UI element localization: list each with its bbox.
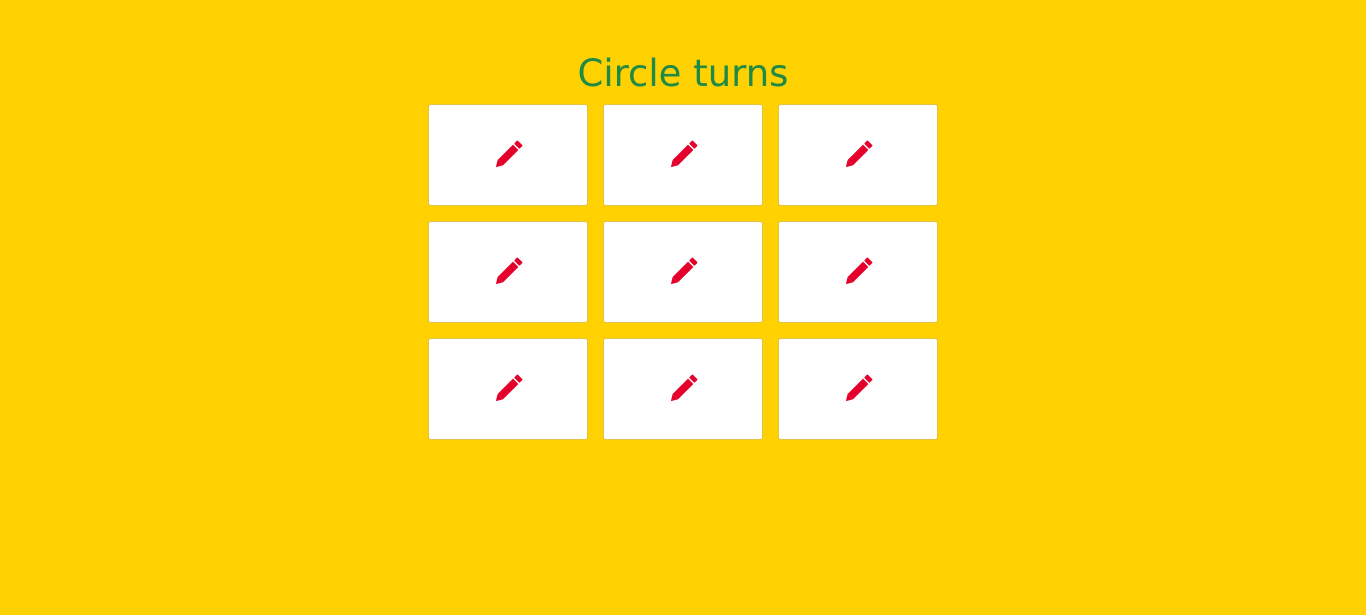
turn-indicator: Circle turns — [577, 52, 789, 95]
board-cell-6[interactable] — [778, 221, 938, 323]
board-cell-3[interactable] — [778, 104, 938, 206]
board-cell-5[interactable] — [603, 221, 763, 323]
board-cell-1[interactable] — [428, 104, 588, 206]
board-cell-7[interactable] — [428, 338, 588, 440]
pencil-icon — [845, 140, 873, 168]
pencil-icon — [495, 140, 523, 168]
board-cell-8[interactable] — [603, 338, 763, 440]
pencil-icon — [670, 374, 698, 402]
pencil-icon — [670, 257, 698, 285]
board-cell-9[interactable] — [778, 338, 938, 440]
pencil-icon — [845, 374, 873, 402]
board-cell-4[interactable] — [428, 221, 588, 323]
game-board — [428, 104, 938, 440]
pencil-icon — [670, 140, 698, 168]
pencil-icon — [845, 257, 873, 285]
pencil-icon — [495, 374, 523, 402]
pencil-icon — [495, 257, 523, 285]
board-cell-2[interactable] — [603, 104, 763, 206]
